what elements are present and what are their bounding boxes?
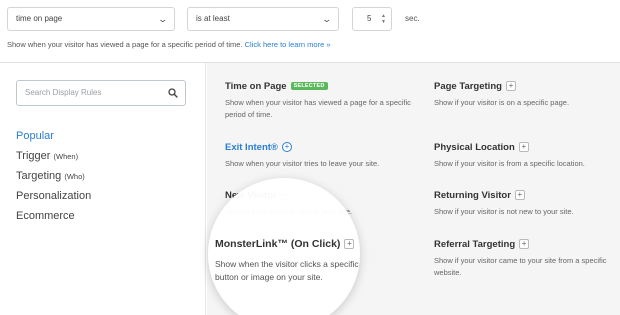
plus-icon[interactable]: + <box>281 142 292 153</box>
rule-title: Returning Visitor + <box>434 190 620 201</box>
rule-categories: Popular Trigger (When) Targeting (Who) P… <box>16 126 91 226</box>
plus-icon[interactable]: + <box>519 239 530 250</box>
rule-title-text: Exit Intent® <box>225 142 278 153</box>
category-label: Popular <box>16 130 54 142</box>
rule-description: Show when the visitor clicks a specific … <box>215 259 360 282</box>
rule-title-text: Time on Page <box>225 81 287 92</box>
rule-time-on-page[interactable]: Time on Page SELECTED Show when your visi… <box>225 81 415 121</box>
plus-icon[interactable]: + <box>344 239 355 250</box>
learn-more-link[interactable]: Click here to learn more » <box>245 40 331 49</box>
condition-select-value: time on page <box>16 14 63 23</box>
rule-title: Time on Page SELECTED <box>225 81 415 92</box>
rule-title-text: MonsterLink™ (On Click) <box>215 238 341 250</box>
rule-description: Show if your visitor is from a specific … <box>434 159 585 168</box>
chevron-down-icon: ⌄ <box>321 14 333 24</box>
plus-icon[interactable]: + <box>505 81 516 92</box>
chevron-down-icon: ⌄ <box>157 14 169 24</box>
rule-description: Show when your visitor has viewed a page… <box>225 98 411 119</box>
rule-returning-visitor[interactable]: Returning Visitor + Show if your visitor … <box>434 190 620 218</box>
rule-settings-bar: time on page ⌄ is at least ⌄ 5 ▲ ▼ sec. S… <box>0 0 620 62</box>
selected-badge: SELECTED <box>290 82 328 91</box>
category-sublabel: (When) <box>53 152 79 161</box>
operator-select-value: is at least <box>196 14 230 23</box>
category-sublabel: (Who) <box>64 172 85 181</box>
rule-exit-intent[interactable]: Exit Intent® + Show when your visitor tri… <box>225 142 415 170</box>
category-label: Targeting <box>16 170 62 182</box>
category-popular[interactable]: Popular <box>16 126 91 146</box>
category-targeting[interactable]: Targeting (Who) <box>16 166 91 186</box>
rule-title: Exit Intent® + <box>225 142 415 153</box>
seconds-number-input[interactable]: 5 ▲ ▼ <box>352 7 392 31</box>
rule-physical-location[interactable]: Physical Location + Show if your visitor … <box>434 142 620 170</box>
rule-description: Show if your visitor came to your site f… <box>434 256 607 277</box>
plus-icon[interactable]: + <box>514 190 525 201</box>
rule-referral-targeting[interactable]: Referral Targeting + Show if your visitor… <box>434 239 620 279</box>
stepper-arrows-icon[interactable]: ▲ ▼ <box>381 13 387 25</box>
rule-title-text: Page Targeting <box>434 81 502 92</box>
rule-description: Show when your visitor tries to leave yo… <box>225 159 380 168</box>
seconds-value: 5 <box>367 14 372 23</box>
category-trigger[interactable]: Trigger (When) <box>16 146 91 166</box>
unit-label: sec. <box>405 14 420 23</box>
rule-monsterlink[interactable]: MonsterLink™ (On Click) + <box>215 238 355 250</box>
rule-description: Show if your visitor is on a specific pa… <box>434 98 570 107</box>
category-label: Personalization <box>16 190 92 202</box>
search-display-rules-input[interactable]: Search Display Rules <box>16 80 186 106</box>
category-personalization[interactable]: Personalization <box>16 186 91 206</box>
condition-select[interactable]: time on page ⌄ <box>7 7 175 31</box>
rule-title: Page Targeting + <box>434 81 620 92</box>
rules-sidebar: Search Display Rules Popular Trigger (Wh… <box>0 63 206 315</box>
rule-title: Referral Targeting + <box>434 239 620 250</box>
rule-title-text: Returning Visitor <box>434 190 511 201</box>
category-label: Ecommerce <box>16 210 75 222</box>
rule-page-targeting[interactable]: Page Targeting + Show if your visitor is … <box>434 81 620 109</box>
rule-title-text: Physical Location <box>434 142 515 153</box>
operator-select[interactable]: is at least ⌄ <box>187 7 339 31</box>
helper-description: Show when your visitor has viewed a page… <box>7 40 243 49</box>
rule-title-text: Referral Targeting <box>434 239 516 250</box>
plus-icon[interactable]: + <box>518 142 529 153</box>
helper-text: Show when your visitor has viewed a page… <box>7 40 331 49</box>
rule-title: Physical Location + <box>434 142 620 153</box>
category-ecommerce[interactable]: Ecommerce <box>16 206 91 226</box>
rule-description: Show if your visitor is not new to your … <box>434 207 574 216</box>
search-icon[interactable] <box>168 88 178 98</box>
category-label: Trigger <box>16 150 51 162</box>
search-placeholder: Search Display Rules <box>25 88 102 97</box>
